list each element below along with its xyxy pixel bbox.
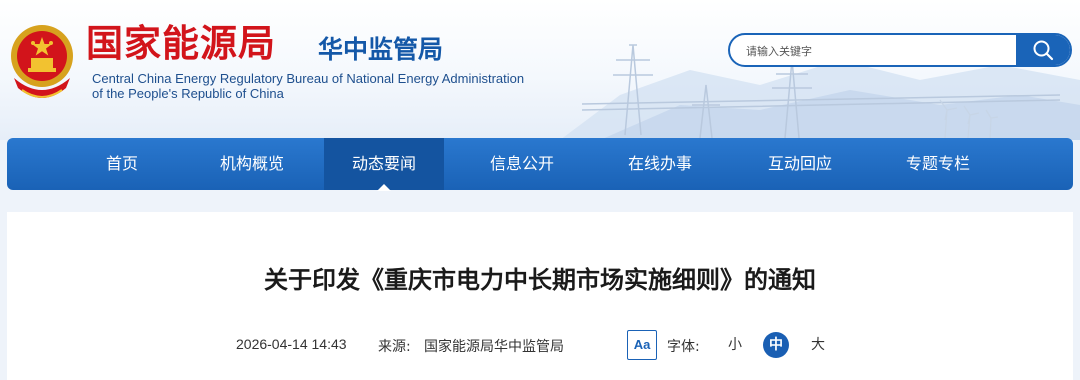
nav-item-disclosure[interactable]: 信息公开 [462,138,582,190]
nav-item-news[interactable]: 动态要闻 [324,138,444,191]
site-header: 国家能源局 华中监管局 Central China Energy Regulat… [0,0,1080,140]
source-label: 来源: [378,339,411,355]
nav-item-news-label: 动态要闻 [351,154,416,173]
font-size-large-button[interactable]: 大 [805,332,831,358]
nav-item-about[interactable]: 机构概览 [192,138,312,190]
active-indicator-caret [377,184,391,191]
nav-item-home[interactable]: 首页 [62,138,182,190]
brand-english-line2: of the People's Republic of China [92,86,284,101]
search-icon [1033,40,1054,61]
article-meta: 2026-04-14 14:43 来源: 国家能源局华中监管局 Aa 字体: 小… [7,330,1073,360]
font-size-label: 字体: [667,339,700,355]
brand-english-line1: Central China Energy Regulatory Bureau o… [92,71,525,86]
article-panel: 关于印发《重庆市电力中长期市场实施细则》的通知 2026-04-14 14:43… [7,212,1073,380]
article-date: 2026-04-14 14:43 [236,336,347,352]
brand-english-name: Central China Energy Regulatory Bureau o… [92,71,524,101]
font-size-small-button[interactable]: 小 [722,332,748,358]
nav-item-topics[interactable]: 专题专栏 [878,138,998,190]
main-nav: 首页 机构概览 动态要闻 信息公开 在线办事 互动回应 专题专栏 [7,138,1073,191]
search-box [728,33,1072,67]
font-size-icon: Aa [627,330,657,360]
article-source: 国家能源局华中监管局 [424,339,564,355]
article-title: 关于印发《重庆市电力中长期市场实施细则》的通知 [264,266,816,294]
search-input[interactable] [744,35,1018,65]
brand-subtitle: 华中监管局 [318,35,444,64]
search-button[interactable] [1016,35,1070,65]
brand-title: 国家能源局 [86,22,276,65]
nav-item-online-services[interactable]: 在线办事 [600,138,720,190]
national-emblem-icon [11,25,73,98]
nav-item-interaction[interactable]: 互动回应 [740,138,860,190]
font-size-medium-button[interactable]: 中 [763,332,789,358]
